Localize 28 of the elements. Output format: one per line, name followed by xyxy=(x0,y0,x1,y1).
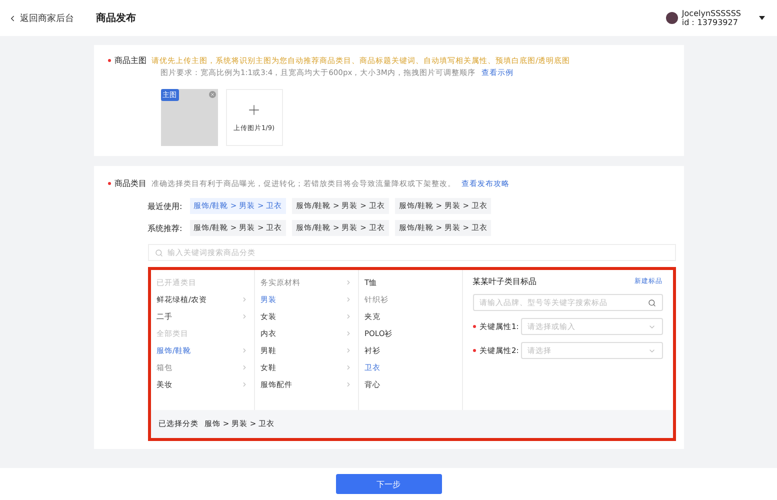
field-label: 商品类目 xyxy=(108,178,146,189)
chevron-icon xyxy=(344,296,352,303)
chevron-icon xyxy=(344,381,352,388)
chevron-icon xyxy=(344,330,352,337)
chevron-icon xyxy=(240,347,248,354)
chevron-icon xyxy=(240,381,248,388)
chevron-icon xyxy=(240,364,248,371)
search-icon xyxy=(154,248,162,256)
chevron-icon xyxy=(344,313,352,320)
field-label: 商品主图 xyxy=(108,55,146,66)
user-name: JocelynSSSSSS xyxy=(682,9,741,18)
avatar[interactable] xyxy=(666,12,678,24)
chevron-icon xyxy=(240,313,248,320)
row-label: 系统推荐: xyxy=(148,222,184,234)
plus-icon xyxy=(246,102,262,118)
next-button[interactable]: 下一步 xyxy=(336,474,442,494)
back-link[interactable]: 返回商家后台 xyxy=(8,12,88,24)
page-title: 商品发布 xyxy=(96,11,136,25)
chevron-icon xyxy=(344,364,352,371)
user-id: id：13793927 xyxy=(682,18,739,27)
dropdown-icon[interactable] xyxy=(759,16,765,20)
panel-title: 某某叶子类目标品 xyxy=(472,276,536,287)
chevron-icon xyxy=(240,296,248,303)
back-icon xyxy=(8,14,17,22)
chevron-icon xyxy=(344,347,352,354)
chevron-icon xyxy=(344,279,352,286)
search-icon xyxy=(648,298,656,306)
row-label: 最近使用: xyxy=(148,200,184,212)
